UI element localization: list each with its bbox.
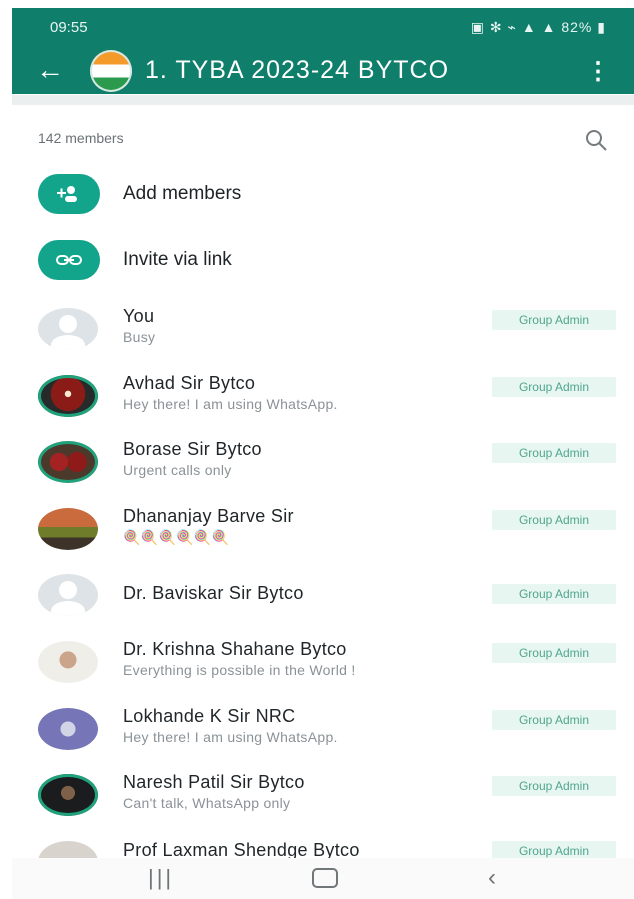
member-avatar [38, 441, 98, 483]
member-name: Dr. Krishna Shahane Bytco [123, 639, 347, 659]
group-admin-badge: Group Admin [492, 310, 616, 330]
more-vert-icon[interactable]: ⋮ [586, 57, 610, 86]
back-icon[interactable]: ‹ [488, 864, 496, 892]
member-name: Naresh Patil Sir Bytco [123, 772, 305, 792]
status-time: 09:55 [50, 19, 88, 36]
group-admin-badge: Group Admin [492, 776, 616, 796]
member-row-avhad[interactable]: Avhad Sir Bytco Hey there! I am using Wh… [0, 373, 634, 435]
member-name: Dhananjay Barve Sir [123, 506, 294, 526]
group-admin-badge: Group Admin [492, 377, 616, 397]
member-name: Avhad Sir Bytco [123, 373, 256, 393]
recent-apps-icon[interactable]: ||| [148, 865, 174, 891]
member-row-naresh[interactable]: Naresh Patil Sir Bytco Can't talk, Whats… [0, 772, 634, 834]
member-name: You [123, 306, 155, 326]
member-status: Hey there! I am using WhatsApp. [123, 729, 338, 745]
battery-icon: ▮ [597, 19, 606, 35]
member-row-shendge[interactable]: Prof Laxman Shendge Bytco Group Admin [0, 839, 634, 859]
member-avatar [38, 574, 98, 616]
member-avatar [38, 774, 98, 816]
invite-link-row[interactable]: Invite via link [0, 240, 634, 296]
member-row-you[interactable]: You Busy Group Admin [0, 306, 634, 368]
member-avatar [38, 641, 98, 683]
group-admin-badge: Group Admin [492, 584, 616, 604]
group-admin-badge: Group Admin [492, 710, 616, 730]
signal-icons: ▣ ✻ ⌁ ▲ ▲ [470, 19, 557, 35]
member-name: Dr. Baviskar Sir Bytco [123, 583, 304, 603]
member-name: Borase Sir Bytco [123, 439, 262, 459]
add-person-icon-svg [57, 186, 77, 202]
add-members-label[interactable]: Add members [123, 183, 241, 205]
member-status: Hey there! I am using WhatsApp. [123, 396, 338, 412]
home-icon[interactable] [312, 868, 338, 888]
group-avatar[interactable] [90, 50, 132, 92]
group-admin-badge: Group Admin [492, 643, 616, 663]
link-icon-svg [56, 255, 82, 265]
group-admin-badge: Group Admin [492, 443, 616, 463]
member-row-borase[interactable]: Borase Sir Bytco Urgent calls only Group… [0, 439, 634, 501]
member-avatar [38, 308, 98, 350]
member-status: Urgent calls only [123, 462, 232, 478]
member-status: Busy [123, 329, 156, 345]
member-avatar [38, 508, 98, 550]
add-members-row[interactable]: Add members [0, 174, 634, 230]
member-avatar [38, 841, 98, 859]
invite-link-label[interactable]: Invite via link [123, 249, 232, 271]
battery-percent: 82% [561, 19, 593, 35]
member-status: Everything is possible in the World ! [123, 662, 356, 678]
member-status: Can't talk, WhatsApp only [123, 795, 291, 811]
member-avatar [38, 708, 98, 750]
member-row-dhananjay[interactable]: Dhananjay Barve Sir 🍭🍭🍭🍭🍭🍭 Group Admin [0, 506, 634, 568]
member-name: Lokhande K Sir NRC [123, 706, 296, 726]
members-count: 142 members [38, 130, 124, 146]
group-admin-badge: Group Admin [492, 510, 616, 530]
chat-header: ← 1. TYBA 2023-24 BYTCO ⋮ [12, 48, 634, 94]
search-icon[interactable] [584, 128, 610, 154]
system-nav-bar: ||| ‹ [12, 858, 634, 899]
header-divider [12, 95, 634, 105]
group-title[interactable]: 1. TYBA 2023-24 BYTCO [145, 56, 449, 85]
group-admin-badge: Group Admin [492, 841, 616, 859]
arrow-left-icon[interactable]: ← [36, 54, 64, 86]
member-row-baviskar[interactable]: Dr. Baviskar Sir Bytco Group Admin [0, 572, 634, 634]
add-person-icon [38, 174, 100, 214]
link-icon [38, 240, 100, 280]
member-name: Prof Laxman Shendge Bytco [123, 840, 360, 859]
member-avatar [38, 375, 98, 417]
status-bar: 09:55 ▣ ✻ ⌁ ▲ ▲ 82% ▮ [12, 8, 634, 48]
status-battery: ▣ ✻ ⌁ ▲ ▲ 82% ▮ [471, 19, 606, 36]
member-row-shahane[interactable]: Dr. Krishna Shahane Bytco Everything is … [0, 639, 634, 701]
member-status: 🍭🍭🍭🍭🍭🍭 [123, 529, 230, 545]
member-row-lokhande[interactable]: Lokhande K Sir NRC Hey there! I am using… [0, 706, 634, 768]
